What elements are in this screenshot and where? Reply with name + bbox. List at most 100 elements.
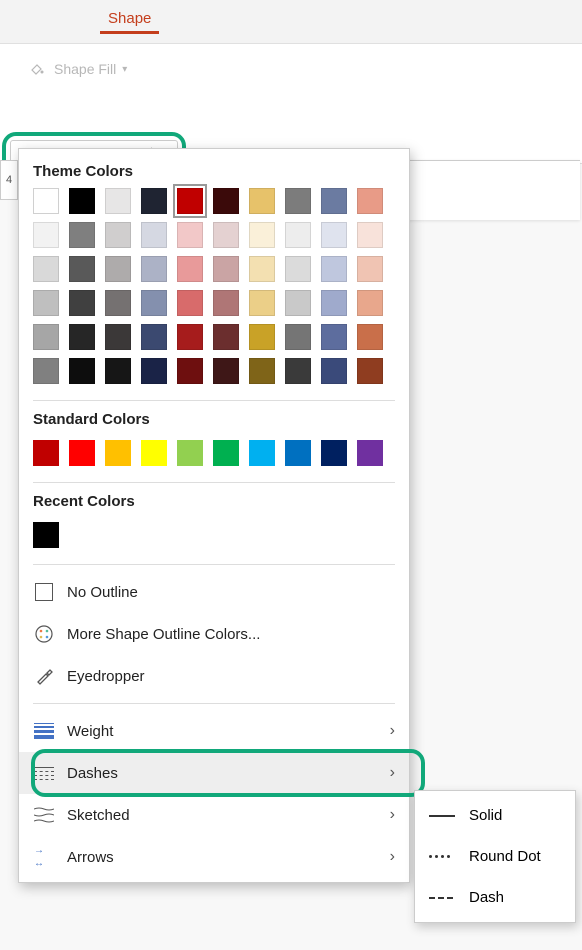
theme-color-swatch[interactable] [105, 222, 131, 248]
shape-fill-button[interactable]: Shape Fill ▾ [18, 54, 135, 84]
theme-color-swatch[interactable] [141, 188, 167, 214]
standard-color-swatch[interactable] [33, 440, 59, 466]
theme-color-swatch[interactable] [69, 222, 95, 248]
standard-colors-label: Standard Colors [19, 407, 409, 436]
standard-color-swatch[interactable] [357, 440, 383, 466]
theme-color-swatch[interactable] [249, 256, 275, 282]
theme-color-swatch[interactable] [321, 222, 347, 248]
theme-color-swatch[interactable] [249, 358, 275, 384]
more-colors-item[interactable]: More Shape Outline Colors... [19, 613, 409, 655]
theme-color-swatch[interactable] [213, 222, 239, 248]
theme-color-swatch[interactable] [141, 324, 167, 350]
theme-color-swatch[interactable] [69, 358, 95, 384]
theme-color-swatch[interactable] [33, 290, 59, 316]
dashes-icon [33, 762, 55, 784]
divider [33, 703, 395, 704]
dash-option-round-dot[interactable]: Round Dot [415, 836, 575, 877]
theme-color-swatch[interactable] [141, 358, 167, 384]
theme-color-swatch[interactable] [357, 358, 383, 384]
theme-colors-label: Theme Colors [19, 159, 409, 188]
theme-color-swatch[interactable] [213, 188, 239, 214]
toolbar-area: Shape Fill ▾ Shape Outline ▾ [0, 44, 582, 164]
theme-color-swatch[interactable] [69, 188, 95, 214]
theme-color-swatch[interactable] [321, 358, 347, 384]
theme-color-swatch[interactable] [285, 324, 311, 350]
theme-color-swatch[interactable] [357, 256, 383, 282]
theme-color-swatch[interactable] [249, 324, 275, 350]
dash-option-solid[interactable]: Solid [415, 795, 575, 836]
theme-color-swatch[interactable] [177, 324, 203, 350]
chevron-right-icon: › [390, 764, 395, 782]
theme-color-swatch[interactable] [177, 256, 203, 282]
theme-color-swatch[interactable] [33, 358, 59, 384]
recent-colors-row [19, 518, 409, 558]
theme-color-swatch[interactable] [105, 290, 131, 316]
dashes-item[interactable]: Dashes › [19, 752, 409, 794]
theme-color-swatch[interactable] [249, 290, 275, 316]
theme-color-swatch[interactable] [141, 256, 167, 282]
theme-color-swatch[interactable] [141, 222, 167, 248]
sketched-label: Sketched [67, 807, 130, 824]
theme-color-swatch[interactable] [285, 358, 311, 384]
theme-color-swatch[interactable] [321, 324, 347, 350]
theme-color-swatch[interactable] [177, 290, 203, 316]
theme-color-swatch[interactable] [105, 256, 131, 282]
standard-color-swatch[interactable] [177, 440, 203, 466]
theme-color-swatch[interactable] [321, 188, 347, 214]
eyedropper-item[interactable]: Eyedropper [19, 655, 409, 697]
theme-color-swatch[interactable] [177, 188, 203, 214]
theme-color-swatch[interactable] [69, 256, 95, 282]
arrows-item[interactable]: Arrows › [19, 836, 409, 878]
theme-color-swatch[interactable] [105, 358, 131, 384]
theme-color-swatch[interactable] [357, 290, 383, 316]
theme-color-swatch[interactable] [357, 324, 383, 350]
theme-color-swatch[interactable] [141, 290, 167, 316]
tab-shape[interactable]: Shape [100, 10, 159, 34]
dashes-label: Dashes [67, 765, 118, 782]
theme-color-swatch[interactable] [249, 188, 275, 214]
recent-colors-label: Recent Colors [19, 489, 409, 518]
theme-color-swatch[interactable] [69, 290, 95, 316]
sketched-item[interactable]: Sketched › [19, 794, 409, 836]
dash-solid-label: Solid [469, 807, 502, 824]
theme-color-swatch[interactable] [33, 256, 59, 282]
recent-color-swatch[interactable] [33, 522, 59, 548]
theme-color-swatch[interactable] [285, 222, 311, 248]
weight-label: Weight [67, 723, 113, 740]
standard-color-swatch[interactable] [285, 440, 311, 466]
theme-color-swatch[interactable] [213, 358, 239, 384]
standard-color-swatch[interactable] [321, 440, 347, 466]
theme-color-swatch[interactable] [213, 290, 239, 316]
theme-color-swatch[interactable] [285, 188, 311, 214]
theme-color-swatch[interactable] [177, 358, 203, 384]
theme-color-swatch[interactable] [177, 222, 203, 248]
dash-round-dot-label: Round Dot [469, 848, 541, 865]
theme-color-swatch[interactable] [285, 256, 311, 282]
theme-color-swatch[interactable] [33, 324, 59, 350]
theme-color-swatch[interactable] [69, 324, 95, 350]
theme-color-swatch[interactable] [33, 222, 59, 248]
theme-color-swatch[interactable] [213, 324, 239, 350]
theme-color-swatch[interactable] [249, 222, 275, 248]
dash-option-dash[interactable]: Dash [415, 877, 575, 918]
theme-color-swatch[interactable] [285, 290, 311, 316]
round-dot-line-icon [429, 850, 455, 864]
theme-color-swatch[interactable] [321, 290, 347, 316]
standard-color-swatch[interactable] [69, 440, 95, 466]
no-outline-item[interactable]: No Outline [19, 571, 409, 613]
divider [33, 564, 395, 565]
ribbon-bar: Shape [0, 0, 582, 44]
weight-item[interactable]: Weight › [19, 710, 409, 752]
theme-color-swatch[interactable] [105, 188, 131, 214]
standard-color-swatch[interactable] [213, 440, 239, 466]
standard-color-swatch[interactable] [249, 440, 275, 466]
theme-color-swatch[interactable] [213, 256, 239, 282]
theme-color-swatch[interactable] [33, 188, 59, 214]
theme-color-swatch[interactable] [321, 256, 347, 282]
divider [33, 482, 395, 483]
theme-color-swatch[interactable] [357, 222, 383, 248]
theme-color-swatch[interactable] [105, 324, 131, 350]
theme-color-swatch[interactable] [357, 188, 383, 214]
standard-color-swatch[interactable] [105, 440, 131, 466]
standard-color-swatch[interactable] [141, 440, 167, 466]
